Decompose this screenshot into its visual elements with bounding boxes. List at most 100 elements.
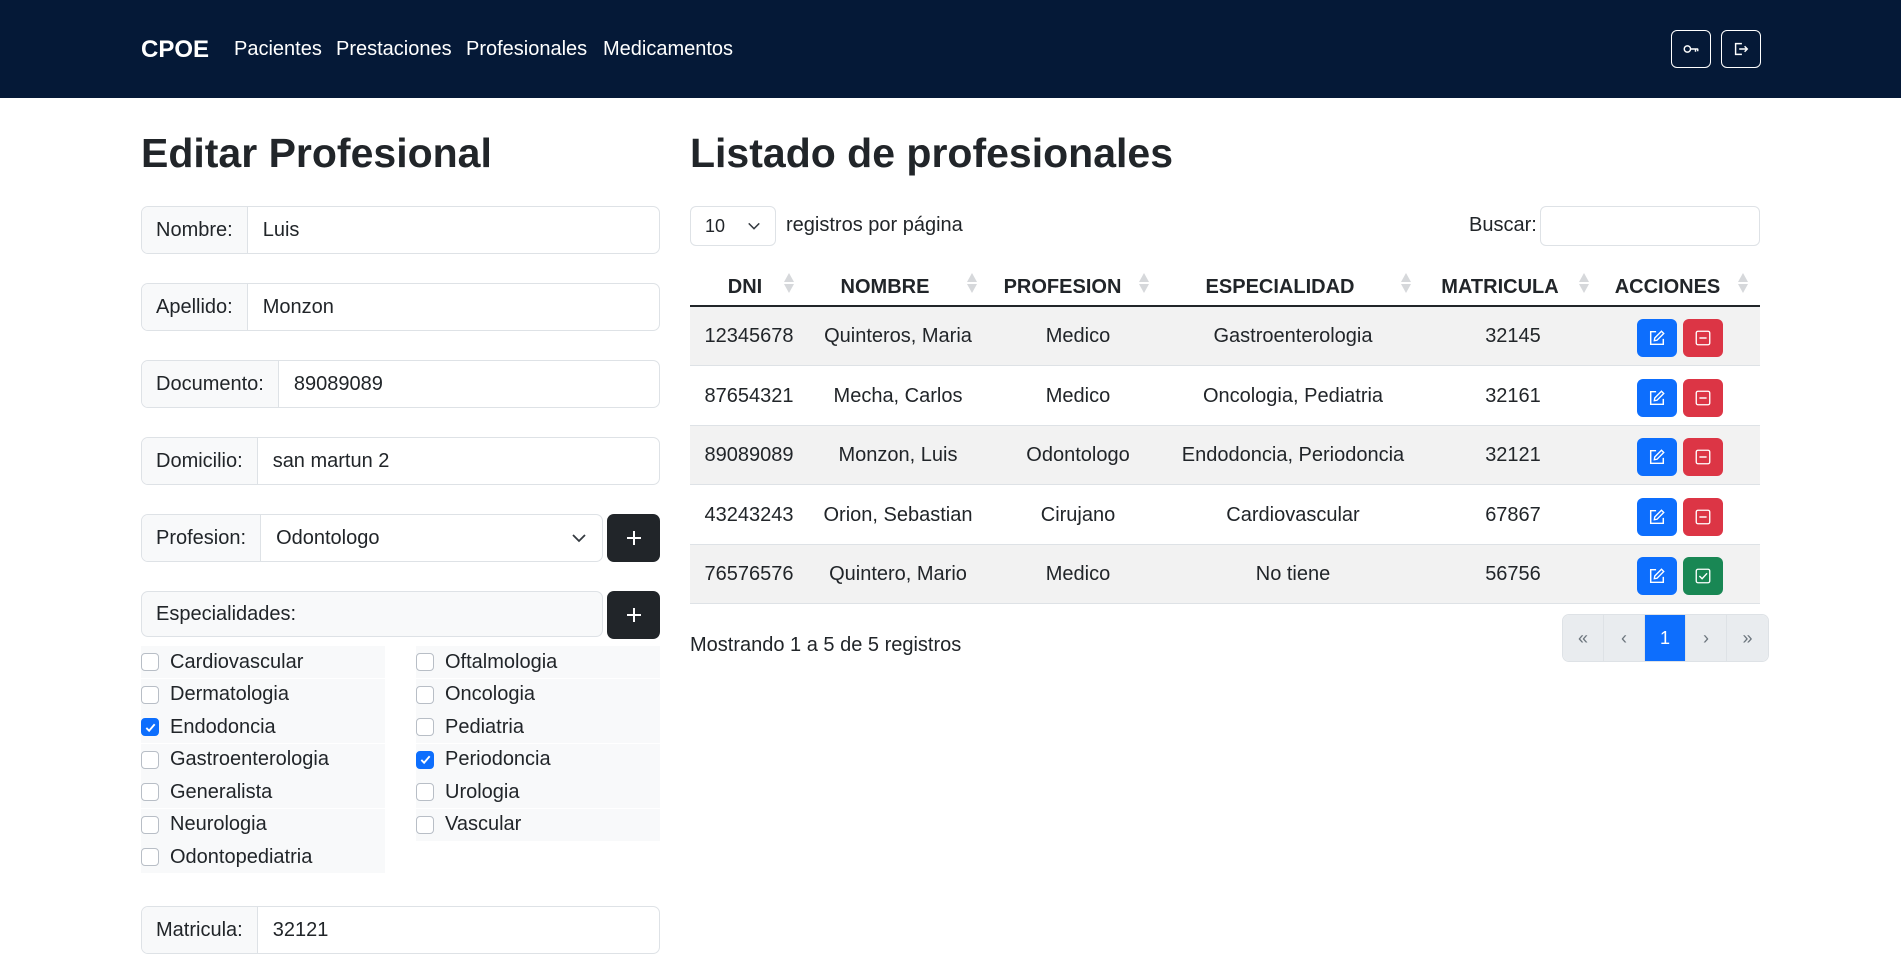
especialidad-checkbox[interactable] bbox=[416, 783, 434, 801]
column-header-matricula[interactable]: MATRICULA bbox=[1420, 268, 1580, 306]
especialidad-item[interactable]: Generalista bbox=[141, 776, 385, 808]
key-icon bbox=[1683, 45, 1699, 53]
cell-nombre: Orion, Sebastian bbox=[823, 503, 973, 526]
column-header-acciones[interactable]: ACCIONES bbox=[1595, 268, 1740, 306]
edit-icon bbox=[1649, 449, 1665, 465]
column-header-profesion[interactable]: PROFESION bbox=[995, 268, 1130, 306]
table-row: 87654321 Mecha, Carlos Medico Oncologia, Pe… bbox=[690, 367, 1760, 426]
deactivate-button[interactable] bbox=[1683, 319, 1723, 357]
documento-input[interactable]: 89089089 bbox=[279, 361, 659, 407]
page-current-button[interactable]: 1 bbox=[1645, 615, 1686, 661]
especialidad-checkbox[interactable] bbox=[416, 815, 434, 834]
especialidad-label: Oncologia bbox=[445, 683, 536, 705]
especialidad-checkbox[interactable] bbox=[416, 750, 434, 769]
especialidad-item[interactable]: Endodoncia bbox=[141, 711, 385, 743]
sort-icon[interactable] bbox=[1138, 272, 1150, 294]
edit-button[interactable] bbox=[1637, 378, 1677, 417]
showing-info: Mostrando 1 a 5 de 5 registros bbox=[690, 634, 962, 656]
logout-button[interactable] bbox=[1721, 30, 1761, 68]
page-last-button[interactable]: » bbox=[1727, 615, 1768, 661]
especialidad-item[interactable]: Pediatria bbox=[416, 711, 660, 743]
page-size-select[interactable]: 10 bbox=[690, 206, 776, 246]
add-profesion-button[interactable] bbox=[607, 514, 660, 562]
check-icon bbox=[420, 755, 430, 765]
especialidad-checkbox[interactable] bbox=[141, 718, 159, 736]
nombre-input[interactable]: Luis bbox=[248, 207, 659, 253]
table-row: 12345678 Quinteros, Maria Medico Gastroente… bbox=[690, 307, 1760, 366]
sort-icon[interactable] bbox=[1578, 272, 1590, 294]
profesion-field[interactable]: Profesion: Odontologo bbox=[141, 514, 603, 562]
deactivate-button[interactable] bbox=[1683, 378, 1723, 417]
especialidad-label: Oftalmologia bbox=[445, 650, 558, 673]
cell-especialidad: Endodoncia, Periodoncia bbox=[1181, 444, 1405, 466]
especialidad-item[interactable]: Cardiovascular bbox=[141, 646, 385, 678]
sort-icon[interactable] bbox=[966, 272, 978, 294]
cell-matricula: 32161 bbox=[1485, 384, 1541, 407]
especialidad-checkbox[interactable] bbox=[141, 750, 159, 769]
brand-logo[interactable]: CPOE bbox=[141, 36, 209, 64]
especialidad-checkbox[interactable] bbox=[141, 653, 159, 671]
especialidad-item[interactable]: Odontopediatria bbox=[141, 841, 385, 873]
activate-button[interactable] bbox=[1683, 557, 1723, 595]
page-first-button[interactable]: « bbox=[1563, 615, 1604, 661]
sort-icon[interactable] bbox=[1737, 272, 1749, 294]
cell-matricula: 32121 bbox=[1485, 444, 1541, 466]
especialidad-label: Pediatria bbox=[445, 715, 524, 738]
especialidad-checkbox[interactable] bbox=[141, 815, 159, 834]
especialidad-item[interactable]: Gastroenterologia bbox=[141, 743, 385, 776]
edit-button[interactable] bbox=[1637, 497, 1677, 536]
page-next-button[interactable]: › bbox=[1686, 615, 1727, 661]
change-password-button[interactable] bbox=[1671, 30, 1711, 68]
column-header-especialidad[interactable]: ESPECIALIDAD bbox=[1160, 268, 1400, 306]
page-prev-button[interactable]: ‹ bbox=[1604, 615, 1645, 661]
cell-nombre: Monzon, Luis bbox=[838, 444, 958, 466]
sort-icon[interactable] bbox=[783, 272, 795, 294]
especialidad-checkbox[interactable] bbox=[141, 783, 159, 801]
especialidad-item[interactable]: Dermatologia bbox=[141, 678, 385, 711]
edit-button[interactable] bbox=[1637, 319, 1677, 357]
page-size-label: registros por página bbox=[786, 214, 963, 236]
deactivate-button[interactable] bbox=[1683, 497, 1723, 536]
especialidad-item[interactable]: Periodoncia bbox=[416, 743, 660, 776]
especialidad-item[interactable]: Neurologia bbox=[141, 808, 385, 841]
edit-button[interactable] bbox=[1637, 557, 1677, 595]
especialidad-checkbox[interactable] bbox=[416, 718, 434, 736]
column-header-nombre[interactable]: NOMBRE bbox=[810, 268, 960, 306]
check-square-icon bbox=[1695, 568, 1711, 584]
profesion-select[interactable]: Odontologo bbox=[261, 515, 602, 561]
apellido-field[interactable]: Apellido: Monzon bbox=[141, 283, 660, 331]
apellido-label: Apellido: bbox=[142, 284, 248, 330]
matricula-field[interactable]: Matricula: 32121 bbox=[141, 906, 660, 954]
especialidad-item[interactable]: Urologia bbox=[416, 776, 660, 808]
matricula-input[interactable]: 32121 bbox=[258, 907, 659, 953]
matricula-label: Matricula: bbox=[142, 907, 258, 953]
especialidad-checkbox[interactable] bbox=[416, 653, 434, 671]
cell-profesion: Medico bbox=[1045, 384, 1111, 407]
nav-link-prestaciones[interactable]: Prestaciones bbox=[336, 38, 452, 61]
documento-field[interactable]: Documento: 89089089 bbox=[141, 360, 660, 408]
form-title: Editar Profesional bbox=[141, 130, 492, 176]
especialidad-checkbox[interactable] bbox=[141, 848, 159, 866]
apellido-input[interactable]: Monzon bbox=[248, 284, 659, 330]
nav-link-medicamentos[interactable]: Medicamentos bbox=[603, 38, 733, 61]
search-input[interactable] bbox=[1540, 206, 1760, 246]
especialidad-checkbox[interactable] bbox=[416, 685, 434, 704]
nombre-field[interactable]: Nombre: Luis bbox=[141, 206, 660, 254]
cell-especialidad: No tiene bbox=[1255, 563, 1331, 585]
cell-nombre: Quintero, Mario bbox=[829, 563, 967, 585]
deactivate-button[interactable] bbox=[1683, 438, 1723, 476]
especialidad-checkbox[interactable] bbox=[141, 685, 159, 704]
domicilio-field[interactable]: Domicilio: san martun 2 bbox=[141, 437, 660, 485]
profesion-value: Odontologo bbox=[276, 526, 380, 549]
especialidad-item[interactable]: Oftalmologia bbox=[416, 646, 660, 678]
especialidad-item[interactable]: Oncologia bbox=[416, 678, 660, 711]
sort-icon[interactable] bbox=[1400, 272, 1412, 294]
nav-link-pacientes[interactable]: Pacientes bbox=[234, 38, 322, 61]
especialidad-label: Cardiovascular bbox=[170, 650, 304, 673]
nav-link-profesionales[interactable]: Profesionales bbox=[466, 38, 587, 61]
dash-square-icon bbox=[1695, 509, 1711, 524]
especialidad-item[interactable]: Vascular bbox=[416, 808, 660, 841]
add-especialidad-button[interactable] bbox=[607, 591, 660, 639]
domicilio-input[interactable]: san martun 2 bbox=[258, 438, 659, 484]
edit-button[interactable] bbox=[1637, 438, 1677, 476]
